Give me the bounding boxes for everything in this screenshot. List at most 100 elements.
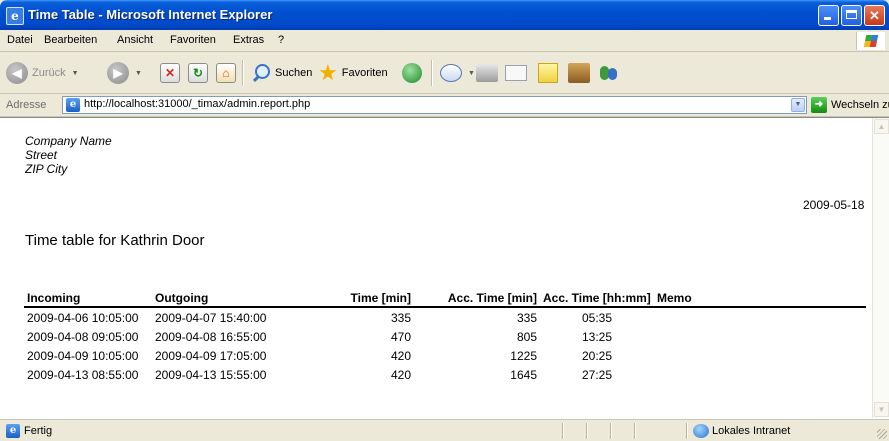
stop-button[interactable]: ✕ — [160, 60, 180, 86]
menu-extras[interactable]: Extras — [233, 34, 264, 46]
menu-edit[interactable]: Bearbeiten — [44, 34, 97, 46]
research-button[interactable] — [568, 60, 590, 86]
cell-time-min: 470 — [390, 329, 411, 344]
address-label: Adresse — [6, 99, 47, 111]
status-separator — [634, 423, 636, 439]
scroll-down-icon[interactable]: ▼ — [874, 402, 889, 417]
cell-acc-time-hhmm: 20:25 — [581, 348, 613, 363]
forward-button[interactable]: ▶ ▼ — [107, 60, 142, 86]
star-icon: ★ — [318, 60, 338, 85]
status-separator — [686, 423, 688, 439]
chevron-down-icon: ▼ — [135, 69, 142, 77]
company-city: ZIP City — [25, 162, 68, 176]
company-name: Company Name — [25, 134, 112, 148]
cell-acc-time-hhmm: 13:25 — [581, 329, 613, 344]
table-row: 2009-04-13 08:55:00 2009-04-13 15:55:00 … — [24, 365, 866, 384]
menu-file[interactable]: Datei — [7, 34, 33, 46]
col-incoming: Incoming — [24, 289, 152, 308]
cell-time-min: 335 — [390, 310, 411, 325]
col-acc-time-min: Acc. Time [min] — [414, 289, 540, 308]
menu-view[interactable]: Ansicht — [117, 34, 153, 46]
page-icon: e — [66, 98, 80, 112]
note-icon — [538, 63, 558, 83]
ie-icon: e — [6, 7, 24, 25]
address-bar: Adresse e http://localhost:31000/_timax/… — [0, 94, 889, 117]
maximize-button[interactable] — [841, 5, 862, 26]
edit-button[interactable] — [505, 60, 527, 86]
cell-time-min: 420 — [390, 348, 411, 363]
refresh-button[interactable]: ↻ — [188, 60, 208, 86]
scroll-up-icon[interactable]: ▲ — [874, 119, 889, 134]
forward-arrow-icon: ▶ — [107, 62, 129, 84]
cell-incoming: 2009-04-13 08:55:00 — [27, 367, 139, 382]
address-url[interactable]: http://localhost:31000/_timax/admin.repo… — [84, 98, 310, 110]
table-row: 2009-04-09 10:05:00 2009-04-09 17:05:00 … — [24, 346, 866, 365]
title-bar: e Time Table - Microsoft Internet Explor… — [0, 0, 889, 30]
close-button[interactable]: ✕ — [864, 5, 885, 26]
back-label: Zurück — [32, 67, 66, 79]
menu-help[interactable]: ? — [278, 34, 284, 46]
back-arrow-icon: ◀ — [6, 62, 28, 84]
status-text: Fertig — [24, 425, 53, 437]
cell-acc-time-min: 1225 — [510, 348, 537, 363]
vertical-scrollbar[interactable]: ▲ ▼ — [872, 118, 889, 418]
resize-grip-icon[interactable] — [877, 429, 887, 439]
page-content: Company Name Street ZIP City 2009-05-18 … — [0, 117, 889, 419]
minimize-icon — [824, 17, 831, 20]
go-arrow-icon: ➜ — [811, 97, 827, 113]
cell-outgoing: 2009-04-07 15:40:00 — [155, 310, 267, 325]
chevron-down-icon[interactable]: ▼ — [791, 98, 805, 112]
status-separator — [610, 423, 612, 439]
favorites-button[interactable]: ★ Favoriten — [318, 60, 388, 86]
cell-acc-time-min: 335 — [516, 310, 537, 325]
stop-icon: ✕ — [160, 63, 180, 83]
notes-button[interactable] — [538, 60, 558, 86]
mail-button[interactable]: ▼ — [440, 60, 475, 86]
back-button[interactable]: ◀ Zurück ▼ — [6, 60, 79, 86]
col-time-min: Time [min] — [284, 289, 414, 308]
windows-flag-icon — [863, 35, 879, 47]
minimize-button[interactable] — [818, 5, 839, 26]
media-button[interactable] — [402, 60, 422, 86]
cell-acc-time-hhmm: 05:35 — [581, 310, 613, 325]
go-button[interactable]: ➜ Wechseln zu — [811, 96, 889, 114]
messenger-icon — [598, 63, 620, 83]
cell-acc-time-min: 1645 — [510, 367, 537, 382]
cell-incoming: 2009-04-09 10:05:00 — [27, 348, 139, 363]
cell-incoming: 2009-04-06 10:05:00 — [27, 310, 139, 325]
toolbar-separator — [242, 60, 244, 86]
close-icon: ✕ — [869, 8, 880, 23]
col-memo: Memo — [654, 289, 866, 308]
home-button[interactable]: ⌂ — [216, 60, 236, 86]
search-icon — [251, 63, 271, 83]
favorites-label: Favoriten — [341, 67, 388, 79]
toolbar-separator — [431, 60, 433, 86]
time-table: Incoming Outgoing Time [min] Acc. Time [… — [24, 289, 866, 384]
col-acc-time-hhmm: Acc. Time [hh:mm] — [540, 289, 654, 308]
print-icon — [476, 64, 498, 82]
menu-favorites[interactable]: Favoriten — [170, 34, 216, 46]
chevron-down-icon: ▼ — [71, 69, 79, 77]
cell-memo — [654, 327, 866, 346]
home-icon: ⌂ — [216, 63, 236, 83]
security-zone: Lokales Intranet — [712, 425, 791, 437]
search-button[interactable]: Suchen — [251, 60, 312, 86]
refresh-icon: ↻ — [188, 63, 208, 83]
page-done-icon: e — [6, 424, 20, 438]
windows-logo — [856, 32, 885, 50]
print-button[interactable] — [476, 60, 498, 86]
window-title: Time Table - Microsoft Internet Explorer — [28, 7, 273, 22]
address-input[interactable]: e http://localhost:31000/_timax/admin.re… — [62, 96, 807, 114]
cell-outgoing: 2009-04-13 15:55:00 — [155, 367, 267, 382]
messenger-button[interactable] — [598, 60, 620, 86]
edit-icon — [505, 65, 527, 81]
chevron-down-icon: ▼ — [468, 69, 475, 77]
mail-icon — [440, 64, 462, 82]
company-street: Street — [25, 148, 58, 162]
cell-time-min: 420 — [390, 367, 411, 382]
report-title: Time table for Kathrin Door — [25, 232, 205, 249]
status-separator — [562, 423, 564, 439]
status-separator — [586, 423, 588, 439]
cell-acc-time-hhmm: 27:25 — [581, 367, 613, 382]
maximize-icon — [846, 10, 857, 19]
